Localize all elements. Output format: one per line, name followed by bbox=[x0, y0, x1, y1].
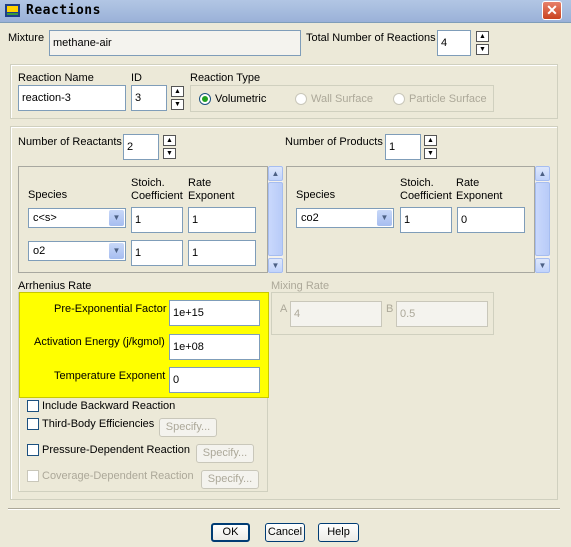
num-reactants-input[interactable]: 2 bbox=[123, 134, 159, 160]
radio-volumetric[interactable] bbox=[199, 93, 211, 105]
third-body-checkbox[interactable] bbox=[27, 418, 39, 430]
num-products-label: Number of Products bbox=[285, 136, 383, 148]
spin-up-icon[interactable]: ▲ bbox=[476, 31, 489, 42]
window-title: Reactions bbox=[26, 3, 101, 18]
num-products-spinner[interactable]: ▲ ▼ bbox=[424, 135, 437, 161]
reactant-species-value: c<s> bbox=[33, 212, 57, 224]
mixture-label: Mixture bbox=[8, 32, 45, 44]
reactant-stoich-input-1[interactable]: 1 bbox=[131, 207, 183, 233]
products-scrollbar[interactable]: ▲ ▼ bbox=[535, 166, 550, 273]
reactant-species-select-1[interactable]: c<s> ▼ bbox=[28, 208, 126, 228]
mixing-b-label: B bbox=[386, 303, 394, 315]
mixing-b-input[interactable]: 0.5 bbox=[396, 301, 488, 327]
products-rate-header: Rate Exponent bbox=[456, 177, 503, 202]
backward-reaction-checkbox[interactable] bbox=[27, 400, 39, 412]
reactants-table: Species Stoich. Coefficient Rate Exponen… bbox=[18, 166, 268, 273]
third-body-specify-button[interactable]: Specify... bbox=[159, 418, 217, 437]
product-stoich-input-1[interactable]: 1 bbox=[400, 207, 452, 233]
mixing-a-label: A bbox=[280, 303, 288, 315]
reactants-scrollbar[interactable]: ▲ ▼ bbox=[268, 166, 283, 273]
reactant-rate-input-2[interactable]: 1 bbox=[188, 240, 256, 266]
third-body-label: Third-Body Efficiencies bbox=[42, 418, 155, 430]
pressure-dependent-checkbox[interactable] bbox=[27, 444, 39, 456]
id-label: ID bbox=[131, 72, 142, 84]
close-button[interactable]: ✕ bbox=[542, 1, 562, 20]
products-species-header: Species bbox=[296, 189, 336, 201]
reactant-species-value: o2 bbox=[33, 245, 46, 257]
spin-up-icon[interactable]: ▲ bbox=[163, 135, 176, 146]
pressure-dependent-label: Pressure-Dependent Reaction bbox=[42, 444, 190, 456]
total-reactions-field[interactable]: 4 bbox=[437, 30, 471, 56]
product-rate-input-1[interactable]: 0 bbox=[457, 207, 525, 233]
num-products-input[interactable]: 1 bbox=[385, 134, 421, 160]
product-species-select-1[interactable]: co2 ▼ bbox=[296, 208, 394, 228]
pre-exp-label: Pre-Exponential Factor bbox=[54, 303, 167, 315]
products-table: Species Stoich. Coefficient Rate Exponen… bbox=[286, 166, 535, 273]
mixture-field: methane-air bbox=[49, 30, 301, 56]
chevron-down-icon[interactable]: ▼ bbox=[109, 243, 124, 259]
mixing-a-input[interactable]: 4 bbox=[290, 301, 382, 327]
reactants-species-header: Species bbox=[28, 189, 68, 201]
cancel-button[interactable]: Cancel bbox=[265, 523, 305, 542]
scroll-down-icon[interactable]: ▼ bbox=[268, 258, 283, 273]
total-reactions-label: Total Number of Reactions bbox=[306, 32, 436, 44]
mixing-rate-group: A 4 B 0.5 bbox=[271, 292, 494, 335]
spin-down-icon[interactable]: ▼ bbox=[476, 44, 489, 55]
ok-button[interactable]: OK bbox=[211, 523, 250, 542]
coverage-specify-button[interactable]: Specify... bbox=[201, 470, 259, 489]
volumetric-label: Volumetric bbox=[215, 93, 267, 105]
reactants-rate-header: Rate Exponent bbox=[188, 177, 235, 202]
scroll-thumb[interactable] bbox=[535, 182, 550, 256]
coverage-dependent-checkbox[interactable] bbox=[27, 470, 39, 482]
wall-surface-label: Wall Surface bbox=[311, 93, 373, 105]
id-input[interactable]: 3 bbox=[131, 85, 167, 111]
reactant-rate-input-1[interactable]: 1 bbox=[188, 207, 256, 233]
spin-down-icon[interactable]: ▼ bbox=[424, 148, 437, 159]
scroll-thumb[interactable] bbox=[268, 182, 283, 256]
reactant-species-select-2[interactable]: o2 ▼ bbox=[28, 241, 126, 261]
reaction-name-label: Reaction Name bbox=[18, 72, 94, 84]
num-reactants-spinner[interactable]: ▲ ▼ bbox=[163, 135, 176, 161]
reaction-name-input[interactable]: reaction-3 bbox=[18, 85, 126, 111]
spin-down-icon[interactable]: ▼ bbox=[171, 99, 184, 110]
arrhenius-label: Arrhenius Rate bbox=[18, 280, 92, 292]
scroll-down-icon[interactable]: ▼ bbox=[535, 258, 550, 273]
reaction-type-group: Volumetric Wall Surface Particle Surface bbox=[190, 85, 494, 112]
pre-exp-input[interactable]: 1e+15 bbox=[169, 300, 260, 326]
title-bar[interactable]: Reactions ✕ bbox=[0, 0, 571, 23]
spin-up-icon[interactable]: ▲ bbox=[171, 86, 184, 97]
scroll-up-icon[interactable]: ▲ bbox=[268, 166, 283, 181]
divider bbox=[8, 508, 560, 510]
products-stoich-header: Stoich. Coefficient bbox=[400, 177, 452, 202]
product-species-value: co2 bbox=[301, 212, 319, 224]
reactant-stoich-input-2[interactable]: 1 bbox=[131, 240, 183, 266]
activation-energy-input[interactable]: 1e+08 bbox=[169, 334, 260, 360]
num-reactants-label: Number of Reactants bbox=[18, 136, 122, 148]
help-button[interactable]: Help bbox=[318, 523, 359, 542]
close-icon: ✕ bbox=[546, 2, 558, 18]
backward-reaction-label: Include Backward Reaction bbox=[42, 400, 176, 412]
radio-particle-surface[interactable] bbox=[393, 93, 405, 105]
temp-exponent-input[interactable]: 0 bbox=[169, 367, 260, 393]
scroll-up-icon[interactable]: ▲ bbox=[535, 166, 550, 181]
spin-up-icon[interactable]: ▲ bbox=[424, 135, 437, 146]
particle-surface-label: Particle Surface bbox=[409, 93, 487, 105]
activation-energy-label: Activation Energy (j/kgmol) bbox=[34, 336, 165, 348]
total-reactions-spinner[interactable]: ▲ ▼ bbox=[476, 31, 489, 57]
chevron-down-icon[interactable]: ▼ bbox=[377, 210, 392, 226]
mixing-rate-label: Mixing Rate bbox=[271, 280, 330, 292]
app-icon bbox=[5, 4, 20, 17]
coverage-dependent-label: Coverage-Dependent Reaction bbox=[42, 470, 194, 482]
reactants-stoich-header: Stoich. Coefficient bbox=[131, 177, 183, 202]
id-spinner[interactable]: ▲ ▼ bbox=[171, 86, 184, 112]
temp-exponent-label: Temperature Exponent bbox=[54, 370, 166, 382]
radio-wall-surface[interactable] bbox=[295, 93, 307, 105]
chevron-down-icon[interactable]: ▼ bbox=[109, 210, 124, 226]
spin-down-icon[interactable]: ▼ bbox=[163, 148, 176, 159]
pressure-specify-button[interactable]: Specify... bbox=[196, 444, 254, 463]
reaction-type-label: Reaction Type bbox=[190, 72, 261, 84]
